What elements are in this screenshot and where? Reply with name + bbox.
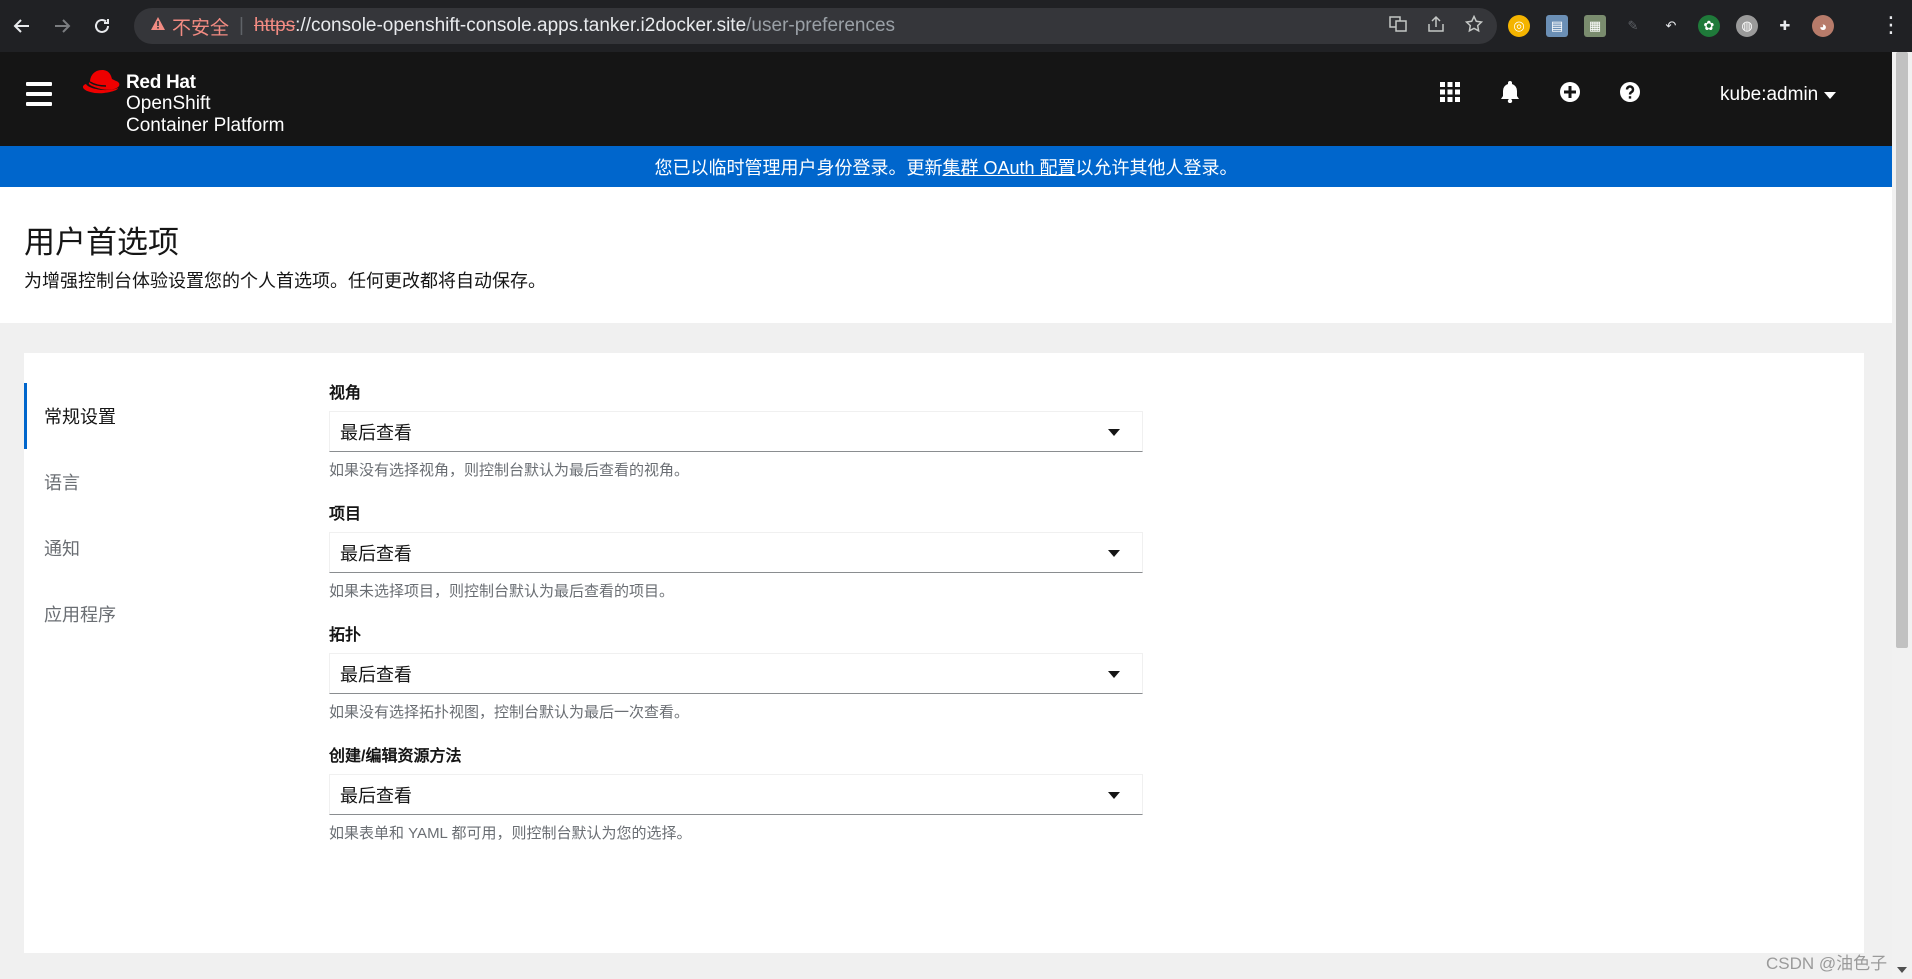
project-select[interactable]: 最后查看: [329, 532, 1143, 573]
star-icon[interactable]: [1464, 14, 1484, 38]
url-scheme: https: [253, 15, 296, 36]
field-label: 项目: [329, 506, 362, 523]
field-project: 项目 最后查看 如果未选择项目，则控制台默认为最后查看的项目。: [329, 504, 1149, 603]
brand-redhat: Red Hat: [126, 72, 196, 93]
profile-avatar[interactable]: ◕: [1812, 15, 1834, 37]
helper-text: 如果没有选择视角，则控制台默认为最后查看的视角。: [329, 462, 690, 479]
insecure-label[interactable]: 不安全: [172, 13, 229, 40]
tab-applications[interactable]: 应用程序: [24, 581, 284, 647]
banner-suffix: 以允许其他人登录。: [1075, 157, 1238, 178]
url-path: /user-preferences: [746, 15, 896, 36]
extensions-puzzle-icon[interactable]: ✚: [1774, 15, 1796, 37]
field-label: 视角: [329, 385, 362, 402]
select-value: 最后查看: [340, 785, 412, 806]
oauth-config-link[interactable]: 集群 OAuth 配置: [942, 154, 1075, 180]
field-label: 创建/编辑资源方法: [329, 748, 462, 765]
page-scrollbar[interactable]: [1892, 52, 1912, 979]
share-icon[interactable]: [1427, 15, 1445, 38]
field-perspective: 视角 最后查看 如果没有选择视角，则控制台默认为最后查看的视角。: [329, 383, 1149, 482]
topology-select[interactable]: 最后查看: [329, 653, 1143, 694]
extension-reader-icon[interactable]: ▤: [1546, 15, 1568, 37]
reload-icon[interactable]: [82, 6, 122, 46]
caret-down-icon: [1108, 550, 1120, 557]
warning-icon: [150, 16, 166, 36]
select-value: 最后查看: [340, 543, 412, 564]
caret-down-icon: [1108, 671, 1120, 678]
tab-notifications[interactable]: 通知: [24, 515, 284, 581]
bell-icon[interactable]: [1498, 80, 1522, 104]
scroll-down-icon[interactable]: [1897, 967, 1907, 973]
back-icon[interactable]: [2, 6, 42, 46]
translate-icon[interactable]: [1389, 15, 1407, 38]
general-settings-form: 视角 最后查看 如果没有选择视角，则控制台默认为最后查看的视角。 项目 最后查看…: [329, 383, 1149, 867]
scrollbar-thumb[interactable]: [1896, 52, 1908, 648]
username: kube:admin: [1720, 84, 1819, 105]
select-value: 最后查看: [340, 422, 412, 443]
browser-menu-icon[interactable]: ⋮: [1880, 12, 1902, 38]
preferences-card: 常规设置 语言 通知 应用程序 视角 最后查看 如果没有选择视角，则控制台默认为…: [24, 353, 1864, 953]
app-launcher-icon[interactable]: [1438, 80, 1462, 104]
field-create-edit-method: 创建/编辑资源方法 最后查看 如果表单和 YAML 都可用，则控制台默认为您的选…: [329, 746, 1149, 845]
vertical-tabs: 常规设置 语言 通知 应用程序: [24, 383, 284, 647]
tab-label: 语言: [44, 473, 80, 493]
select-value: 最后查看: [340, 664, 412, 685]
helper-text: 如果表单和 YAML 都可用，则控制台默认为您的选择。: [329, 825, 692, 842]
extension-evernote-icon[interactable]: ✿: [1698, 15, 1720, 37]
tab-language[interactable]: 语言: [24, 449, 284, 515]
redhat-logo-icon: [82, 70, 120, 94]
brand-openshift: OpenShift: [126, 93, 211, 114]
create-edit-method-select[interactable]: 最后查看: [329, 774, 1143, 815]
field-topology: 拓扑 最后查看 如果没有选择拓扑视图，控制台默认为最后一次查看。: [329, 625, 1149, 724]
page-title: 用户首选项: [24, 225, 179, 260]
caret-down-icon: [1108, 429, 1120, 436]
extension-image-icon[interactable]: ▦: [1584, 15, 1606, 37]
tab-general[interactable]: 常规设置: [24, 383, 284, 449]
extension-pencil-icon[interactable]: ✎: [1622, 15, 1644, 37]
watermark: CSDN @油色子: [1766, 954, 1888, 973]
address-bar[interactable]: 不安全 | https://console-openshift-console.…: [134, 8, 1497, 44]
tab-label: 通知: [44, 539, 80, 559]
caret-down-icon: [1108, 792, 1120, 799]
tab-label: 应用程序: [44, 605, 116, 625]
brand-container-platform: Container Platform: [126, 115, 285, 136]
browser-toolbar: 不安全 | https://console-openshift-console.…: [0, 0, 1912, 52]
extension-chrome-icon[interactable]: ◎: [1508, 15, 1530, 37]
url-host: ://console-openshift-console.apps.tanker…: [295, 15, 747, 36]
page-header: 用户首选项 为增强控制台体验设置您的个人首选项。任何更改都将自动保存。: [0, 187, 1892, 323]
plus-circle-icon[interactable]: [1558, 80, 1582, 104]
masthead: Red Hat OpenShift Container Platform kub…: [0, 52, 1892, 146]
forward-icon[interactable]: [42, 6, 82, 46]
brand-logo[interactable]: Red Hat OpenShift Container Platform: [82, 66, 302, 136]
extension-undo-icon[interactable]: ↶: [1660, 15, 1682, 37]
helper-text: 如果未选择项目，则控制台默认为最后查看的项目。: [329, 583, 675, 600]
caret-down-icon: [1824, 91, 1837, 99]
hamburger-menu-icon[interactable]: [26, 82, 52, 106]
perspective-select[interactable]: 最后查看: [329, 411, 1143, 452]
helper-text: 如果没有选择拓扑视图，控制台默认为最后一次查看。: [329, 704, 690, 721]
page-description: 为增强控制台体验设置您的个人首选项。任何更改都将自动保存。: [24, 271, 546, 291]
help-icon[interactable]: [1618, 80, 1642, 104]
extension-globe-icon[interactable]: ◍: [1736, 15, 1758, 37]
omnibox-separator: |: [239, 15, 244, 36]
banner-prefix: 您已以临时管理用户身份登录。更新: [654, 157, 943, 178]
user-menu-toggle[interactable]: kube:admin: [1720, 84, 1837, 106]
field-label: 拓扑: [329, 627, 362, 644]
tab-label: 常规设置: [44, 407, 116, 427]
cluster-banner: 您已以临时管理用户身份登录。更新 集群 OAuth 配置 以允许其他人登录。: [0, 146, 1892, 187]
